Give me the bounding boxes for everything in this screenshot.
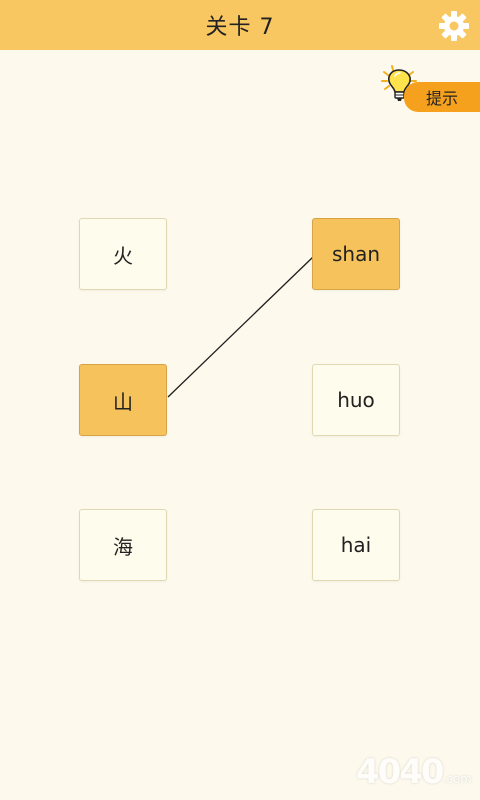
character-card-left-1[interactable]: 火 [79,218,167,290]
pinyin-card-right-2[interactable]: huo [312,364,400,436]
watermark-logo: 4040.com [356,752,472,792]
pinyin-card-right-1[interactable]: shan [312,218,400,290]
hint-label[interactable]: 提示 [404,82,480,112]
gear-icon[interactable] [438,10,470,42]
connection-line [167,256,314,398]
character-card-left-2[interactable]: 山 [79,364,167,436]
watermark-text: 4040 [355,752,445,792]
level-title: 关卡 7 [205,15,275,40]
watermark-suffix: .com [442,772,472,786]
pinyin-card-right-3[interactable]: hai [312,509,400,581]
character-card-left-3[interactable]: 海 [79,509,167,581]
hint-button[interactable]: 提示 [380,64,480,114]
connection-lines [167,256,314,398]
top-bar: 关卡 7 [0,0,480,50]
